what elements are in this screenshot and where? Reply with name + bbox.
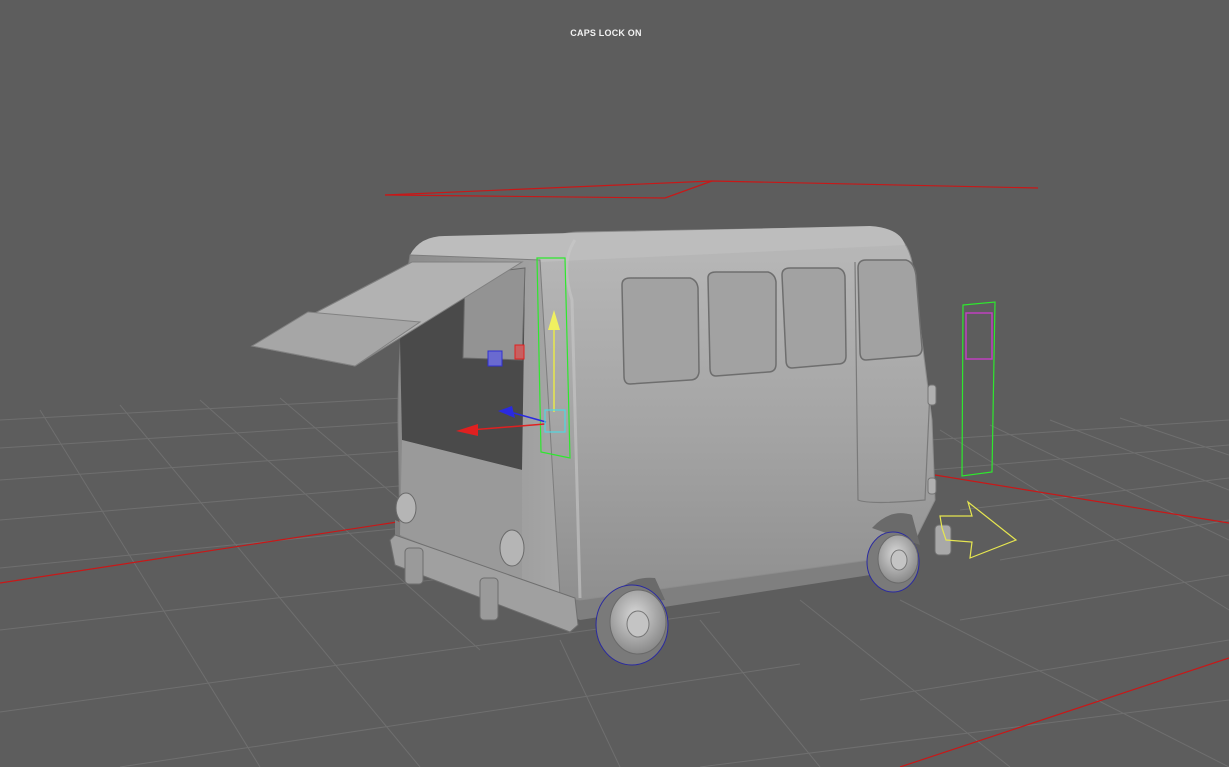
van-model[interactable]: [250, 226, 952, 666]
scene-canvas[interactable]: [0, 0, 1229, 767]
tail-light-right: [499, 529, 525, 567]
3d-viewport[interactable]: CAPS LOCK ON: [0, 0, 1229, 767]
door-control[interactable]: [961, 301, 996, 477]
rear-wheel: [595, 584, 669, 666]
caps-lock-indicator: CAPS LOCK ON: [570, 28, 642, 38]
tail-light-left: [395, 492, 417, 524]
front-wheel: [866, 531, 920, 593]
